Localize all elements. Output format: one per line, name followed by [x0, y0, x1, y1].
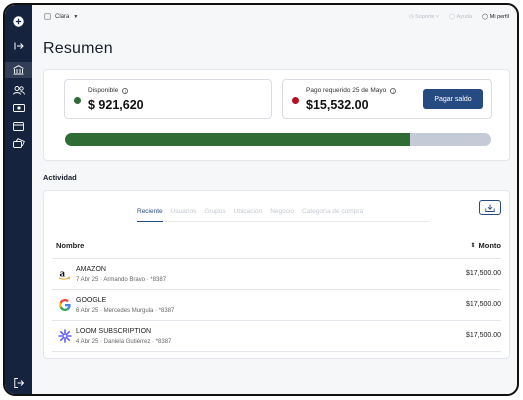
transaction-amount: $17,500.00 [465, 301, 501, 308]
tab-location[interactable]: Ubicación [234, 204, 263, 222]
available-label: Disponible [88, 87, 119, 94]
google-logo-icon [57, 297, 72, 312]
amazon-logo-icon: a [57, 266, 72, 281]
users-icon[interactable] [5, 82, 32, 98]
profile-link[interactable]: ◯ Mi perfil [482, 14, 509, 20]
top-bar: Clara ▼ ◷ Soporte ˅ ◯ Ayuda ◯ Mi perfil [32, 5, 517, 31]
tab-purchase-category[interactable]: Categoría de compra [302, 204, 363, 222]
transaction-details: 7 Abr 25 · Armando Bravo · *8387 [76, 277, 167, 283]
activity-title: Actividad [43, 173, 77, 182]
tab-groups[interactable]: Grupos [204, 204, 225, 222]
transaction-details: 4 Abr 25 · Daniela Gutiérrez · *8387 [76, 339, 172, 345]
pay-balance-button[interactable]: Pagar saldo [423, 89, 483, 109]
chevron-down-icon: ▼ [73, 13, 79, 20]
info-icon[interactable]: i [390, 87, 397, 94]
column-header-name[interactable]: Nombre [56, 241, 84, 250]
download-button[interactable] [479, 200, 501, 215]
credit-usage-fill [65, 133, 411, 146]
expand-icon[interactable] [5, 38, 32, 54]
add-icon[interactable] [5, 13, 32, 29]
transaction-amount: $17,500.00 [465, 270, 501, 277]
logout-icon[interactable] [5, 375, 32, 391]
merchant-name: GOOGLE [76, 297, 107, 304]
info-icon[interactable]: i [122, 87, 129, 94]
balance-summary-card: Disponible i $ 921,620 Pago requerido 25… [43, 69, 510, 161]
app-window: Clara ▼ ◷ Soporte ˅ ◯ Ayuda ◯ Mi perfil … [3, 3, 519, 396]
due-value: $15,532.00 [306, 98, 369, 112]
page-title: Resumen [43, 40, 113, 57]
wallet-icon[interactable] [5, 118, 32, 134]
available-status-dot [74, 97, 81, 104]
due-payment-box: Pago requerido 25 de Mayo i $15,532.00 P… [282, 79, 492, 119]
table-row[interactable]: LOOM SUBSCRIPTION 4 Abr 25 · Daniela Gut… [52, 321, 501, 352]
table-row[interactable]: GOOGLE 6 Abr 25 · Mercedes Murgula · *83… [52, 290, 501, 321]
org-badge-icon [44, 13, 51, 20]
help-link[interactable]: ◯ Ayuda [449, 14, 472, 20]
available-value: $ 921,620 [88, 98, 144, 112]
org-name: Clara [55, 13, 70, 20]
money-icon[interactable] [5, 100, 32, 116]
table-row[interactable]: a AMAZON 7 Abr 25 · Armando Bravo · *838… [52, 259, 501, 290]
tab-business[interactable]: Negocio [270, 204, 294, 222]
activity-card: Reciente Usuarios Grupos Ubicación Negoc… [43, 190, 510, 359]
download-icon [485, 204, 495, 212]
credit-usage-bar [65, 133, 491, 146]
tab-recent[interactable]: Reciente [137, 204, 163, 222]
top-links: ◷ Soporte ˅ ◯ Ayuda ◯ Mi perfil [409, 14, 509, 20]
svg-text:a: a [60, 268, 66, 280]
sort-icon: ⇕ [470, 243, 476, 249]
loom-logo-icon [57, 328, 72, 343]
org-switcher[interactable]: Clara ▼ [44, 13, 78, 20]
support-link[interactable]: ◷ Soporte ˅ [409, 14, 439, 20]
bank-icon[interactable] [5, 62, 32, 78]
column-header-amount[interactable]: ⇕ Monto [470, 241, 501, 250]
transaction-details: 6 Abr 25 · Mercedes Murgula · *8387 [76, 308, 175, 314]
merchant-name: AMAZON [76, 266, 106, 273]
due-label: Pago requerido 25 de Mayo [306, 87, 387, 94]
due-status-dot [292, 97, 299, 104]
cards-icon[interactable] [5, 135, 32, 151]
merchant-name: LOOM SUBSCRIPTION [76, 328, 152, 335]
tab-users[interactable]: Usuarios [171, 204, 197, 222]
sidebar [5, 5, 32, 394]
activity-tabs: Reciente Usuarios Grupos Ubicación Negoc… [137, 204, 429, 222]
available-box: Disponible i $ 921,620 [64, 79, 272, 119]
transaction-amount: $17,500.00 [465, 332, 501, 339]
